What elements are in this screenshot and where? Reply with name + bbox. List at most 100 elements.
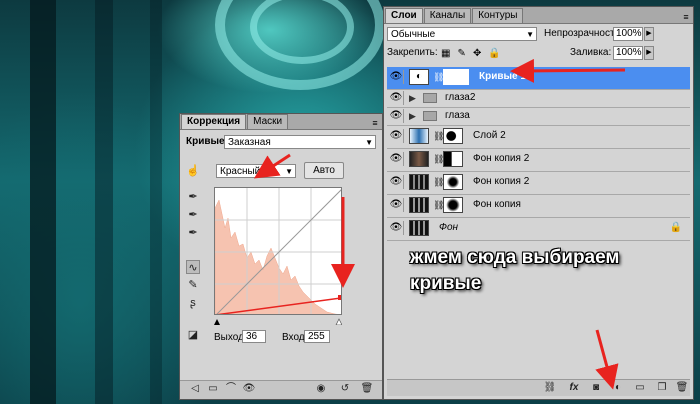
- curve-point[interactable]: [338, 295, 342, 300]
- white-eyedropper-icon[interactable]: ✒: [186, 226, 200, 240]
- curves-graph[interactable]: [214, 187, 342, 315]
- layer-mask-thumb: [443, 69, 469, 85]
- visibility-eye-icon[interactable]: 👁: [389, 221, 404, 235]
- fill-slider-button[interactable]: ▶: [644, 46, 654, 60]
- opacity-slider-button[interactable]: ▶: [644, 27, 654, 41]
- visibility-eye-icon[interactable]: 👁: [389, 152, 404, 166]
- fx-icon[interactable]: fx: [567, 381, 581, 395]
- pencil-draw-icon[interactable]: ✎: [186, 278, 200, 292]
- blend-row: Обычные ▼ Непрозрачность: 100% ▶: [387, 27, 690, 43]
- layers-panel-tabs: Слои Каналы Контуры ≡: [384, 7, 693, 24]
- lock-row: Закрепить: ▦ ✎ ✥ 🔒 Заливка: 100% ▶: [387, 46, 690, 62]
- group-icon[interactable]: ▭: [633, 381, 647, 395]
- layer-mask-thumb: [443, 128, 463, 144]
- trash-icon[interactable]: 🗑: [675, 381, 689, 395]
- layer-row-bg-copy-2[interactable]: 👁 ⛓ Фон копия 2: [387, 149, 690, 172]
- lock-icon: 🔒: [669, 222, 682, 233]
- channel-value: Красный: [220, 166, 261, 177]
- layer-row-bg-copy-2b[interactable]: 👁 ⛓ Фон копия 2: [387, 172, 690, 195]
- visibility-eye-icon[interactable]: 👁: [389, 91, 404, 105]
- opacity-input[interactable]: 100%: [613, 27, 643, 41]
- layers-panel: Слои Каналы Контуры ≡ Обычные ▼ Непрозра…: [383, 6, 694, 400]
- expanded-view-icon[interactable]: ▭: [206, 382, 220, 396]
- gray-eyedropper-icon[interactable]: ✒: [186, 208, 200, 222]
- view-previous-icon[interactable]: ◉: [314, 382, 328, 396]
- tab-channels[interactable]: Каналы: [423, 8, 472, 23]
- panel-menu-icon[interactable]: ≡: [368, 117, 382, 129]
- on-image-adjust-icon[interactable]: ☝: [186, 164, 200, 178]
- black-eyedropper-icon[interactable]: ✒: [186, 190, 200, 204]
- layer-row-curves-1[interactable]: 👁 ◐ ⛓ Кривые 1: [387, 67, 690, 90]
- layer-name: Слой 2: [473, 130, 506, 141]
- link-icon[interactable]: ⛓: [543, 381, 557, 395]
- channel-select[interactable]: Красный ▼: [216, 164, 296, 178]
- panel-menu-icon[interactable]: ≡: [679, 11, 693, 23]
- new-layer-icon[interactable]: ❐: [655, 381, 669, 395]
- white-point-slider[interactable]: [335, 318, 343, 326]
- visibility-eye-icon[interactable]: 👁: [389, 109, 404, 123]
- curves-title: Кривые: [186, 136, 225, 147]
- fill-label: Заливка:: [570, 47, 612, 58]
- preset-value: Заказная: [228, 137, 271, 148]
- layer-group-eyes[interactable]: 👁 ▶ глаза: [387, 108, 690, 126]
- output-input[interactable]: 36: [242, 330, 266, 343]
- layer-mask-thumb: [443, 197, 463, 213]
- layer-name: Фон копия: [473, 199, 521, 210]
- visibility-eye-icon[interactable]: 👁: [389, 175, 404, 189]
- chevron-down-icon: ▼: [285, 167, 293, 176]
- annotation-line-1: жмем сюда выбираем: [410, 247, 620, 268]
- adjustment-layer-icon[interactable]: ◐: [611, 381, 625, 395]
- folder-icon: [423, 93, 437, 103]
- input-gradient-slider[interactable]: [214, 316, 343, 326]
- expand-triangle-icon[interactable]: ▶: [409, 111, 416, 122]
- correction-panel-tabs: Коррекция Маски ≡: [180, 114, 382, 130]
- input-input[interactable]: 255: [304, 330, 330, 343]
- layer-thumb: [409, 128, 429, 144]
- expand-triangle-icon[interactable]: ▶: [409, 93, 416, 104]
- visibility-eye-icon[interactable]: 👁: [389, 129, 404, 143]
- layer-thumb: [409, 151, 429, 167]
- lock-position-icon[interactable]: ✥: [473, 47, 481, 61]
- layer-name: Фон копия 2: [473, 176, 530, 187]
- layer-row-bg-copy[interactable]: 👁 ⛓ Фон копия: [387, 195, 690, 218]
- black-point-slider[interactable]: [214, 319, 220, 325]
- curve-point-tool-icon[interactable]: ∿: [186, 260, 200, 274]
- auto-button[interactable]: Авто: [304, 162, 344, 179]
- layer-mask-thumb: [443, 151, 463, 167]
- visibility-eye-icon[interactable]: 👁: [389, 70, 404, 84]
- lock-all-icon[interactable]: 🔒: [488, 47, 500, 61]
- layer-thumb: [409, 174, 429, 190]
- clipping-warning-icon[interactable]: ◪: [186, 328, 200, 342]
- lock-label: Закрепить:: [387, 47, 438, 58]
- clip-to-layer-icon[interactable]: ⌒: [224, 382, 238, 396]
- reset-icon[interactable]: ↺: [338, 382, 352, 396]
- lock-transparency-icon[interactable]: ▦: [441, 47, 450, 61]
- mask-icon[interactable]: ◙: [589, 381, 603, 395]
- return-to-list-icon[interactable]: ◁: [188, 382, 202, 396]
- layer-name: Фон: [439, 222, 459, 233]
- blend-mode-value: Обычные: [391, 29, 436, 40]
- tree-silhouette: [30, 0, 56, 404]
- chevron-down-icon: ▼: [365, 138, 373, 147]
- tab-paths[interactable]: Контуры: [472, 8, 524, 23]
- blend-mode-select[interactable]: Обычные ▼: [387, 27, 537, 41]
- tab-masks[interactable]: Маски: [247, 114, 289, 129]
- layers-list: 👁 ◐ ⛓ Кривые 1 👁 ▶ глаза2 👁 ▶ глаза 👁 ⛓ …: [387, 67, 690, 241]
- tab-correction[interactable]: Коррекция: [181, 114, 247, 129]
- layer-mask-thumb: [443, 174, 463, 190]
- fill-input[interactable]: 100%: [613, 46, 643, 60]
- layer-thumb: [409, 197, 429, 213]
- visibility-eye-icon[interactable]: 👁: [389, 198, 404, 212]
- lock-pixels-icon[interactable]: ✎: [458, 47, 466, 61]
- layer-group-eyes2[interactable]: 👁 ▶ глаза2: [387, 90, 690, 108]
- layer-row-background[interactable]: 👁 Фон 🔒: [387, 218, 690, 241]
- trash-icon[interactable]: 🗑: [360, 382, 374, 396]
- smooth-curve-icon[interactable]: ʂ: [186, 296, 200, 310]
- layer-row-layer-2[interactable]: 👁 ⛓ Слой 2: [387, 126, 690, 149]
- folder-icon: [423, 111, 437, 121]
- visibility-eye-icon[interactable]: 👁: [242, 382, 256, 396]
- tab-layers[interactable]: Слои: [385, 8, 423, 23]
- layer-name: Кривые 1: [479, 71, 526, 82]
- annotation-text: жмем сюда выбираем кривые: [410, 245, 620, 297]
- preset-select[interactable]: Заказная ▼: [224, 135, 376, 149]
